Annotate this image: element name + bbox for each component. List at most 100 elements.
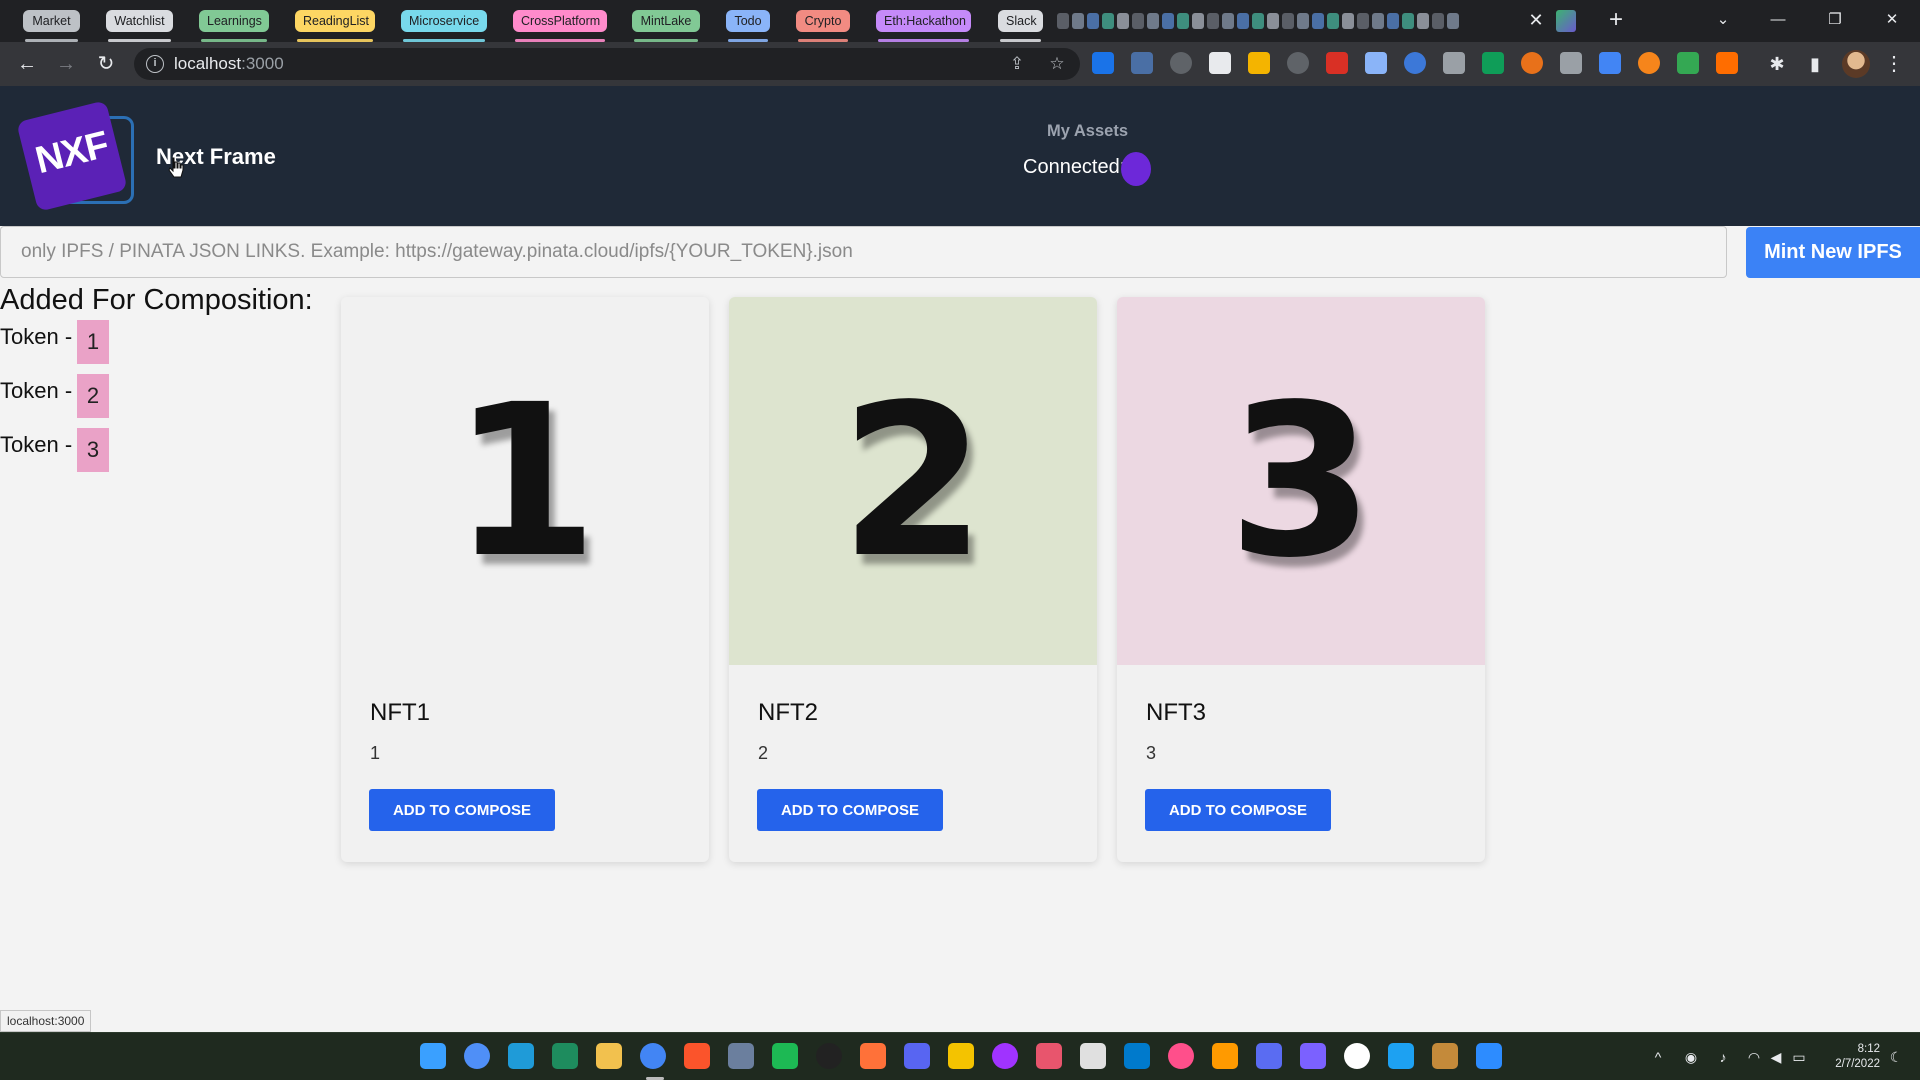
browser-extension-icon[interactable] — [1209, 52, 1231, 74]
taskbar-app-icon[interactable] — [816, 1043, 842, 1069]
pinned-tab-favicon[interactable] — [1342, 13, 1354, 29]
browser-extension-icon[interactable] — [1677, 52, 1699, 74]
site-info-icon[interactable]: i — [146, 55, 164, 73]
taskbar-app-icon[interactable] — [464, 1043, 490, 1069]
browser-extension-icon[interactable] — [1131, 52, 1153, 74]
pinned-tab-favicon[interactable] — [1117, 13, 1129, 29]
taskbar-app-icon[interactable] — [992, 1043, 1018, 1069]
tab-group-market[interactable]: Market — [23, 10, 80, 42]
taskbar-clock[interactable]: 8:12 2/7/2022 — [1820, 1042, 1880, 1072]
pinned-tab-favicon[interactable] — [1402, 13, 1414, 29]
pinned-tab-favicon[interactable] — [1252, 13, 1264, 29]
my-assets-link[interactable]: My Assets — [1047, 122, 1128, 141]
browser-extension-icon[interactable] — [1716, 52, 1738, 74]
browser-extension-icon[interactable] — [1521, 52, 1543, 74]
add-to-compose-button[interactable]: ADD TO COMPOSE — [1145, 789, 1331, 831]
browser-menu-icon[interactable]: ⋮ — [1880, 50, 1908, 78]
wifi-icon[interactable]: ◠ — [1742, 1033, 1766, 1080]
taskbar-app-icon[interactable] — [948, 1043, 974, 1069]
taskbar-app-icon[interactable] — [1080, 1043, 1106, 1069]
tray-overflow-icon[interactable]: ^ — [1646, 1033, 1670, 1080]
app-logo[interactable]: NXF — [16, 100, 140, 212]
taskbar-app-icon[interactable] — [904, 1043, 930, 1069]
add-to-compose-button[interactable]: ADD TO COMPOSE — [757, 789, 943, 831]
tab-group-learnings[interactable]: Learnings — [199, 10, 269, 42]
browser-extension-icon[interactable] — [1443, 52, 1465, 74]
taskbar-app-icon[interactable] — [1036, 1043, 1062, 1069]
notification-moon-icon[interactable]: ☾ — [1884, 1033, 1908, 1080]
taskbar-app-icon[interactable] — [860, 1043, 886, 1069]
pinned-tab-favicon[interactable] — [1282, 13, 1294, 29]
reload-button[interactable]: ↻ — [92, 50, 120, 78]
tab-group-microservice[interactable]: Microservice — [401, 10, 487, 42]
browser-extension-icon[interactable] — [1404, 52, 1426, 74]
pinned-tab-favicon[interactable] — [1372, 13, 1384, 29]
pinned-tab-favicon[interactable] — [1177, 13, 1189, 29]
battery-icon[interactable]: ▭ — [1787, 1033, 1811, 1080]
tab-group-eth-hackathon[interactable]: Eth:Hackathon — [876, 10, 971, 42]
tab-group-todo[interactable]: Todo — [726, 10, 770, 42]
taskbar-app-icon[interactable] — [640, 1043, 666, 1069]
taskbar-app-icon[interactable] — [1256, 1043, 1282, 1069]
pinned-tab-favicon[interactable] — [1192, 13, 1204, 29]
pinned-tab-favicon[interactable] — [1222, 13, 1234, 29]
pinned-tab-favicon[interactable] — [1207, 13, 1219, 29]
tab-group-crypto[interactable]: Crypto — [796, 10, 850, 42]
add-to-compose-button[interactable]: ADD TO COMPOSE — [369, 789, 555, 831]
pinned-tab-favicon[interactable] — [1057, 13, 1069, 29]
restore-button[interactable]: ❐ — [1815, 4, 1855, 36]
pinned-tab-favicon[interactable] — [1387, 13, 1399, 29]
tab-group-mintlake[interactable]: MintLake — [632, 10, 700, 42]
wallet-status-indicator[interactable] — [1121, 152, 1151, 186]
taskbar-app-icon[interactable] — [1124, 1043, 1150, 1069]
taskbar-app-icon[interactable] — [1388, 1043, 1414, 1069]
browser-extension-icon[interactable] — [1092, 52, 1114, 74]
pinned-tab-favicon[interactable] — [1102, 13, 1114, 29]
volume-icon[interactable]: ◀ — [1764, 1033, 1788, 1080]
tab-search-icon[interactable]: ⌄ — [1703, 4, 1743, 36]
ipfs-link-input[interactable] — [0, 226, 1727, 278]
browser-extension-icon[interactable] — [1248, 52, 1270, 74]
pinned-tab-favicon[interactable] — [1432, 13, 1444, 29]
bookmark-star-icon[interactable]: ☆ — [1046, 54, 1068, 74]
side-panel-icon[interactable]: ▮ — [1801, 50, 1829, 78]
browser-extension-icon[interactable] — [1365, 52, 1387, 74]
pinned-tab-favicon[interactable] — [1417, 13, 1429, 29]
pinned-tab-favicon[interactable] — [1327, 13, 1339, 29]
pinned-tab-favicon[interactable] — [1312, 13, 1324, 29]
pinned-tab-favicon[interactable] — [1237, 13, 1249, 29]
extensions-puzzle-icon[interactable]: ✱ — [1763, 50, 1791, 78]
tab-group-readinglist[interactable]: ReadingList — [295, 10, 375, 42]
forward-button[interactable]: → — [52, 50, 80, 78]
profile-avatar[interactable] — [1842, 50, 1870, 78]
taskbar-app-icon[interactable] — [728, 1043, 754, 1069]
mint-new-ipfs-button[interactable]: Mint New IPFS — [1746, 227, 1920, 278]
minimize-button[interactable]: — — [1758, 4, 1798, 36]
browser-extension-icon[interactable] — [1599, 52, 1621, 74]
taskbar-app-icon[interactable] — [1212, 1043, 1238, 1069]
tab-group-watchlist[interactable]: Watchlist — [106, 10, 173, 42]
taskbar-app-icon[interactable] — [772, 1043, 798, 1069]
taskbar-app-icon[interactable] — [508, 1043, 534, 1069]
browser-extension-icon[interactable] — [1638, 52, 1660, 74]
browser-extension-icon[interactable] — [1482, 52, 1504, 74]
pinned-tab-favicon[interactable] — [1297, 13, 1309, 29]
pinned-tab-favicon[interactable] — [1087, 13, 1099, 29]
microphone-icon[interactable]: ♪ — [1711, 1033, 1735, 1080]
back-button[interactable]: ← — [13, 50, 41, 78]
pinned-tab-favicon[interactable] — [1072, 13, 1084, 29]
taskbar-app-icon[interactable] — [1300, 1043, 1326, 1069]
tab-group-crossplatform[interactable]: CrossPlatform — [513, 10, 607, 42]
share-icon[interactable]: ⇪ — [1006, 54, 1028, 74]
taskbar-app-icon[interactable] — [1432, 1043, 1458, 1069]
pinned-tab-favicon[interactable] — [1147, 13, 1159, 29]
taskbar-app-icon[interactable] — [1476, 1043, 1502, 1069]
close-tab-icon[interactable]: ✕ — [1527, 9, 1545, 31]
taskbar-app-icon[interactable] — [1344, 1043, 1370, 1069]
browser-extension-icon[interactable] — [1326, 52, 1348, 74]
address-bar[interactable]: i localhost:3000 ⇪ ☆ — [134, 48, 1080, 80]
taskbar-app-icon[interactable] — [1168, 1043, 1194, 1069]
browser-extension-icon[interactable] — [1560, 52, 1582, 74]
tab-group-slack[interactable]: Slack — [998, 10, 1043, 42]
new-tab-button[interactable]: + — [1603, 6, 1629, 34]
